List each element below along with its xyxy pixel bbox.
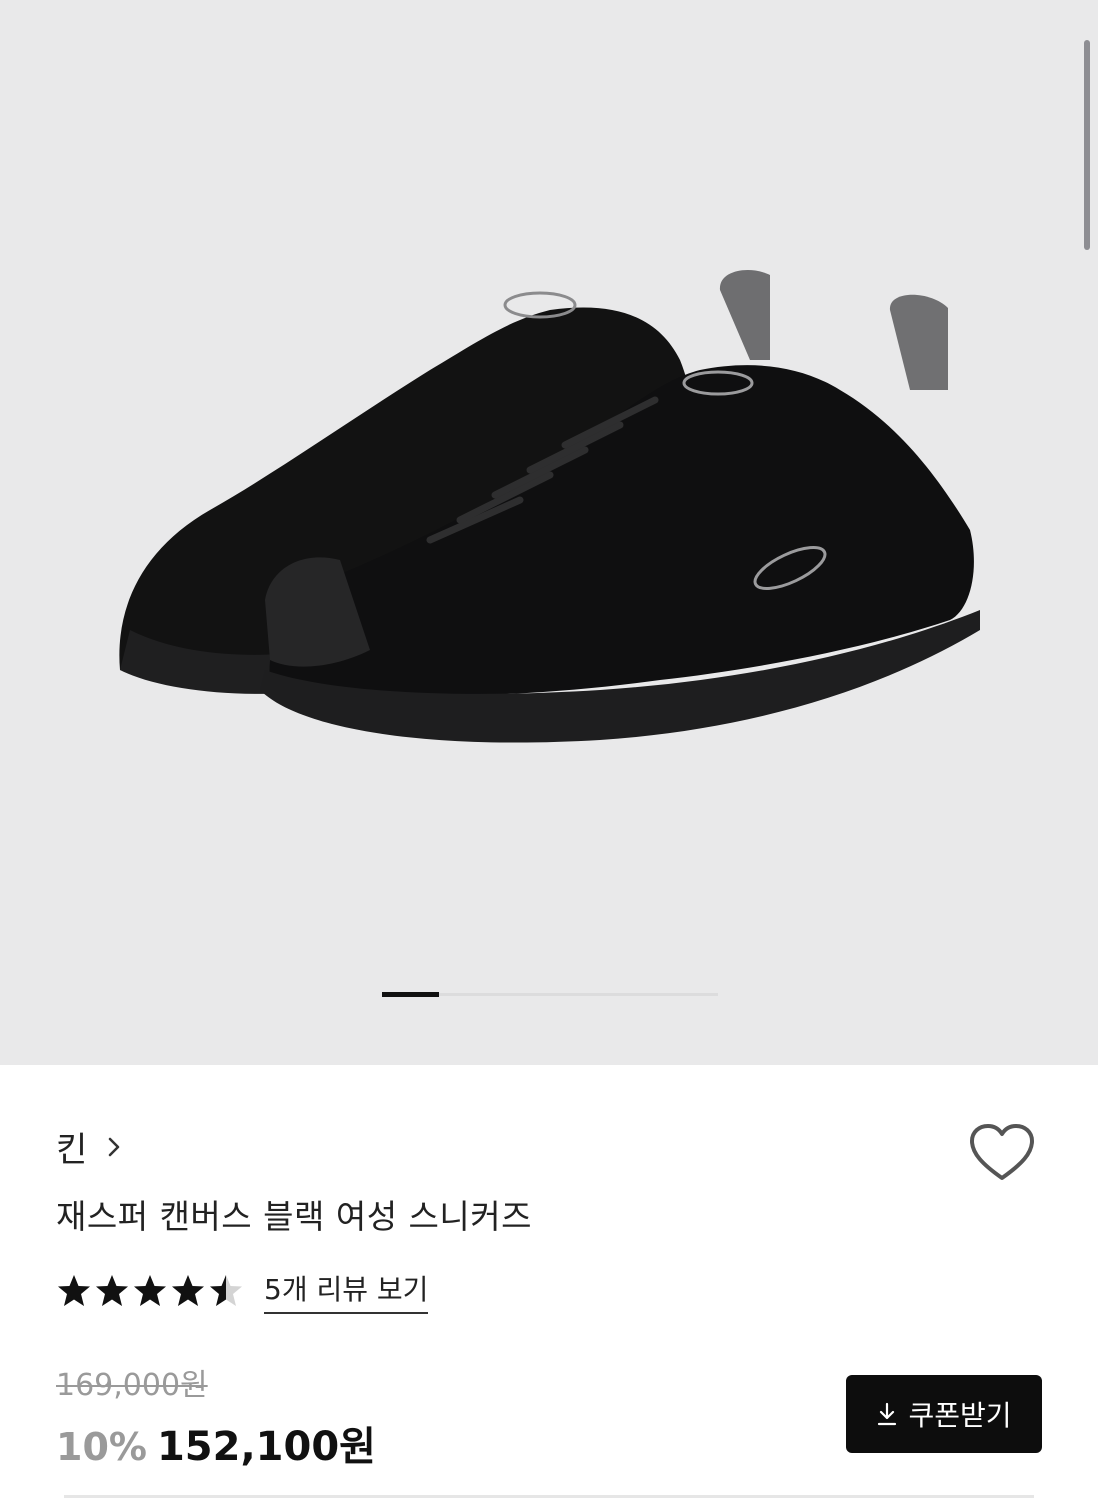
coupon-button[interactable]: 쿠폰받기 [846, 1375, 1042, 1453]
price-row: 10% 152,100원 [56, 1414, 376, 1472]
star-icon [134, 1275, 166, 1306]
sale-price: 152,100원 [156, 1424, 376, 1470]
download-icon [878, 1402, 897, 1426]
brand-name: 킨 [56, 1130, 88, 1170]
scrollbar[interactable] [1084, 40, 1090, 250]
rating-row: 5개 리뷰 보기 [56, 1268, 429, 1314]
divider [64, 1495, 1034, 1498]
chevron-right-icon [109, 1137, 120, 1156]
star-icon [172, 1275, 204, 1306]
slide-indicator-active [382, 992, 439, 997]
product-title: 재스퍼 캔버스 블랙 여성 스니커즈 [56, 1197, 532, 1236]
brand-link[interactable]: 킨 [56, 1122, 125, 1171]
heart-icon[interactable] [968, 1122, 1036, 1184]
discount-rate: 10% [56, 1425, 147, 1469]
star-rating [56, 1273, 246, 1309]
original-price: 169,000원 [56, 1368, 208, 1403]
star-icon [58, 1275, 90, 1306]
star-icon [96, 1275, 128, 1306]
star-icon [210, 1275, 242, 1306]
product-image-gallery[interactable] [0, 0, 1098, 1065]
coupon-button-label: 쿠폰받기 [908, 1399, 1012, 1432]
review-link[interactable]: 5개 리뷰 보기 [264, 1268, 429, 1314]
product-image [119, 270, 980, 743]
